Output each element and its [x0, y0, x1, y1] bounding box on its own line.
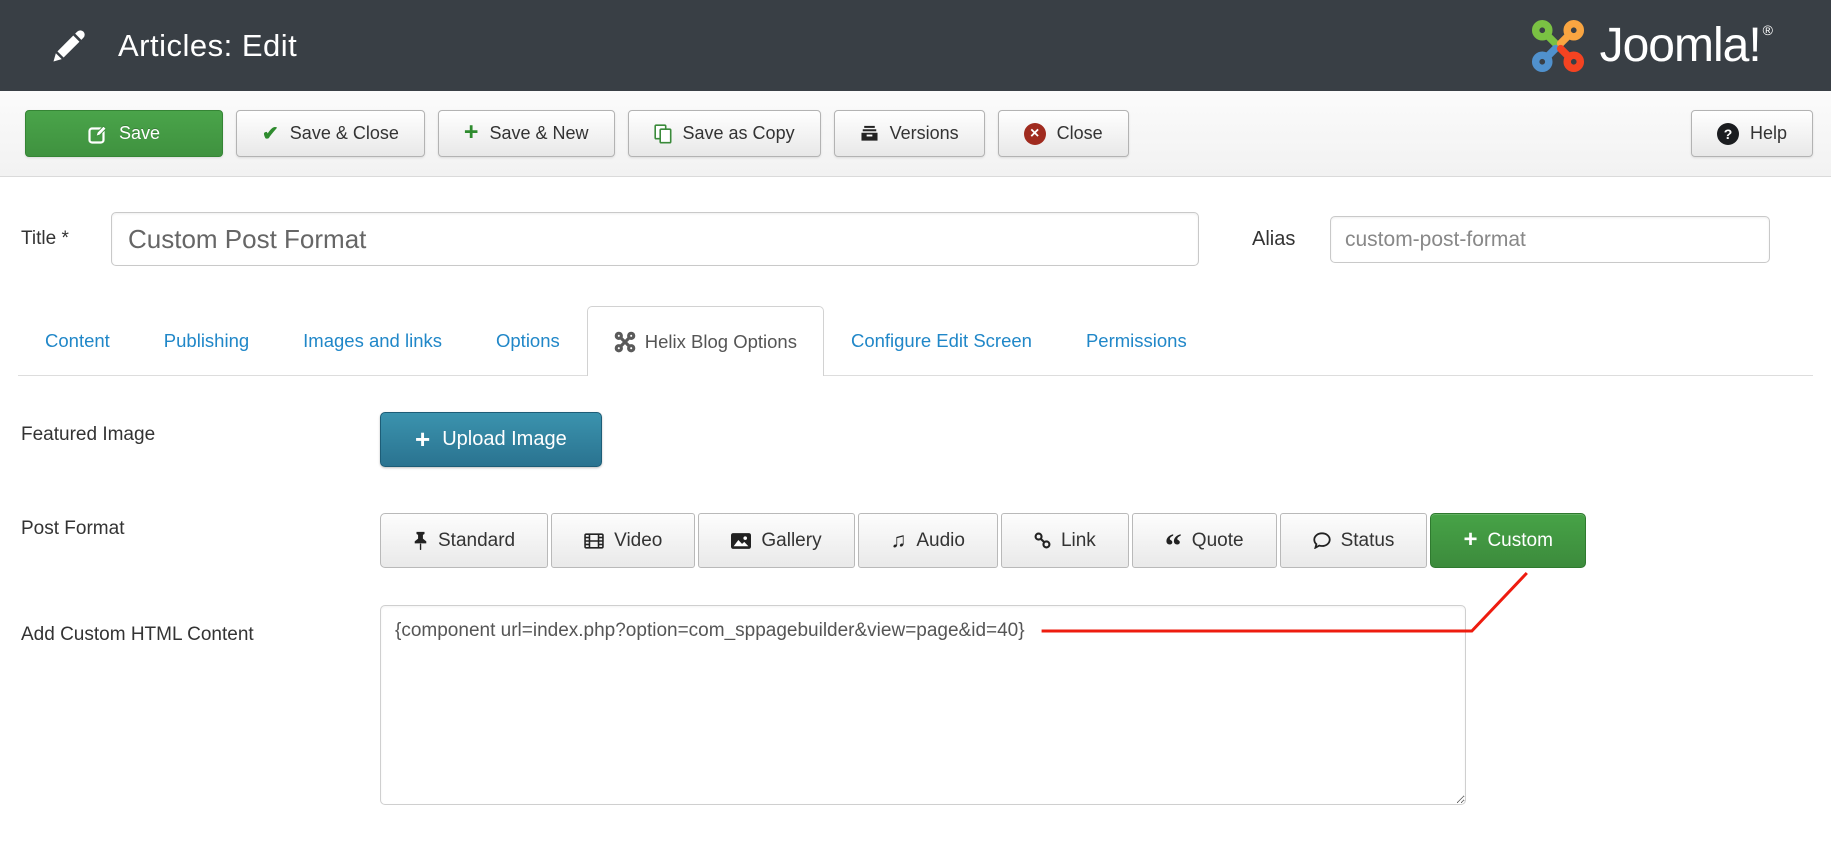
close-button[interactable]: × Close: [998, 110, 1129, 157]
article-edit-form: Title * Alias Content Publishing Images …: [0, 177, 1831, 842]
help-icon: ?: [1717, 123, 1739, 145]
save-new-label: Save & New: [489, 123, 588, 144]
close-label: Close: [1057, 123, 1103, 144]
save-close-button[interactable]: ✔ Save & Close: [236, 110, 425, 157]
versions-button[interactable]: Versions: [834, 110, 985, 157]
tab-permissions[interactable]: Permissions: [1059, 306, 1214, 375]
versions-label: Versions: [890, 123, 959, 144]
check-icon: ✔: [262, 124, 279, 144]
format-quote-label: Quote: [1192, 530, 1244, 552]
post-format-group: Standard Video: [380, 513, 1586, 568]
tab-bar: Content Publishing Images and links Opti…: [18, 306, 1813, 376]
save-copy-button[interactable]: Save as Copy: [628, 110, 821, 157]
film-icon: [584, 533, 604, 549]
tab-content[interactable]: Content: [18, 306, 137, 375]
speech-bubble-icon: [1313, 532, 1331, 549]
help-button[interactable]: ? Help: [1691, 110, 1813, 157]
format-custom-button[interactable]: + Custom: [1430, 513, 1585, 568]
joomla-admin-screen: Articles: Edit Joomla! ® Save ✔: [0, 0, 1831, 842]
format-link-button[interactable]: Link: [1001, 513, 1129, 568]
plus-icon: +: [1463, 528, 1477, 552]
page-title: Articles: Edit: [118, 28, 297, 64]
plus-icon: +: [415, 426, 430, 452]
close-icon: ×: [1024, 123, 1046, 145]
tab-images-and-links[interactable]: Images and links: [276, 306, 469, 375]
format-link-label: Link: [1061, 530, 1096, 552]
save-copy-label: Save as Copy: [683, 123, 795, 144]
registered-mark: ®: [1763, 22, 1773, 38]
save-close-label: Save & Close: [290, 123, 399, 144]
tab-options[interactable]: Options: [469, 306, 587, 375]
format-audio-button[interactable]: ♫ Audio: [858, 513, 998, 568]
title-label: Title *: [21, 212, 69, 266]
custom-html-textarea[interactable]: {component url=index.php?option=com_sppa…: [380, 605, 1466, 805]
joomla-logo-text: Joomla!: [1600, 16, 1761, 76]
link-icon: [1034, 532, 1051, 549]
header-bar: Articles: Edit Joomla! ®: [0, 0, 1831, 91]
format-gallery-button[interactable]: Gallery: [698, 513, 854, 568]
quote-icon: “: [1165, 542, 1182, 552]
format-video-label: Video: [614, 530, 662, 552]
format-gallery-label: Gallery: [761, 530, 821, 552]
tab-helix-blog-options[interactable]: Helix Blog Options: [587, 306, 824, 376]
pushpin-icon: [413, 531, 428, 551]
upload-image-button[interactable]: + Upload Image: [380, 412, 602, 467]
music-note-icon: ♫: [891, 530, 907, 551]
picture-icon: [731, 533, 751, 549]
format-audio-label: Audio: [916, 530, 965, 552]
tab-publishing[interactable]: Publishing: [137, 306, 276, 375]
edit-icon: [88, 124, 108, 144]
tab-configure-edit-screen[interactable]: Configure Edit Screen: [824, 306, 1059, 375]
format-status-button[interactable]: Status: [1280, 513, 1428, 568]
title-input[interactable]: [111, 212, 1199, 266]
save-new-button[interactable]: + Save & New: [438, 110, 615, 157]
alias-label: Alias: [1252, 212, 1295, 266]
joomla-logo: Joomla! ®: [1530, 16, 1773, 76]
toolbar: Save ✔ Save & Close + Save & New Save as…: [0, 91, 1831, 177]
format-standard-label: Standard: [438, 530, 515, 552]
format-quote-button[interactable]: “ Quote: [1132, 513, 1277, 568]
pencil-icon: [50, 27, 88, 65]
alias-input[interactable]: [1330, 216, 1770, 263]
helix-icon: [614, 331, 636, 353]
custom-html-label: Add Custom HTML Content: [21, 618, 254, 652]
format-standard-button[interactable]: Standard: [380, 513, 548, 568]
save-button[interactable]: Save: [25, 110, 223, 157]
format-custom-label: Custom: [1487, 530, 1552, 552]
post-format-label: Post Format: [21, 509, 124, 549]
plus-icon: +: [464, 120, 479, 145]
copy-icon: [654, 124, 672, 144]
help-label: Help: [1750, 123, 1787, 144]
joomla-logo-icon: [1530, 16, 1586, 76]
archive-icon: [860, 125, 879, 142]
format-status-label: Status: [1341, 530, 1395, 552]
featured-image-label: Featured Image: [21, 424, 155, 446]
tab-helix-label: Helix Blog Options: [645, 331, 797, 353]
format-video-button[interactable]: Video: [551, 513, 695, 568]
save-label: Save: [119, 123, 160, 144]
upload-image-label: Upload Image: [442, 428, 567, 451]
